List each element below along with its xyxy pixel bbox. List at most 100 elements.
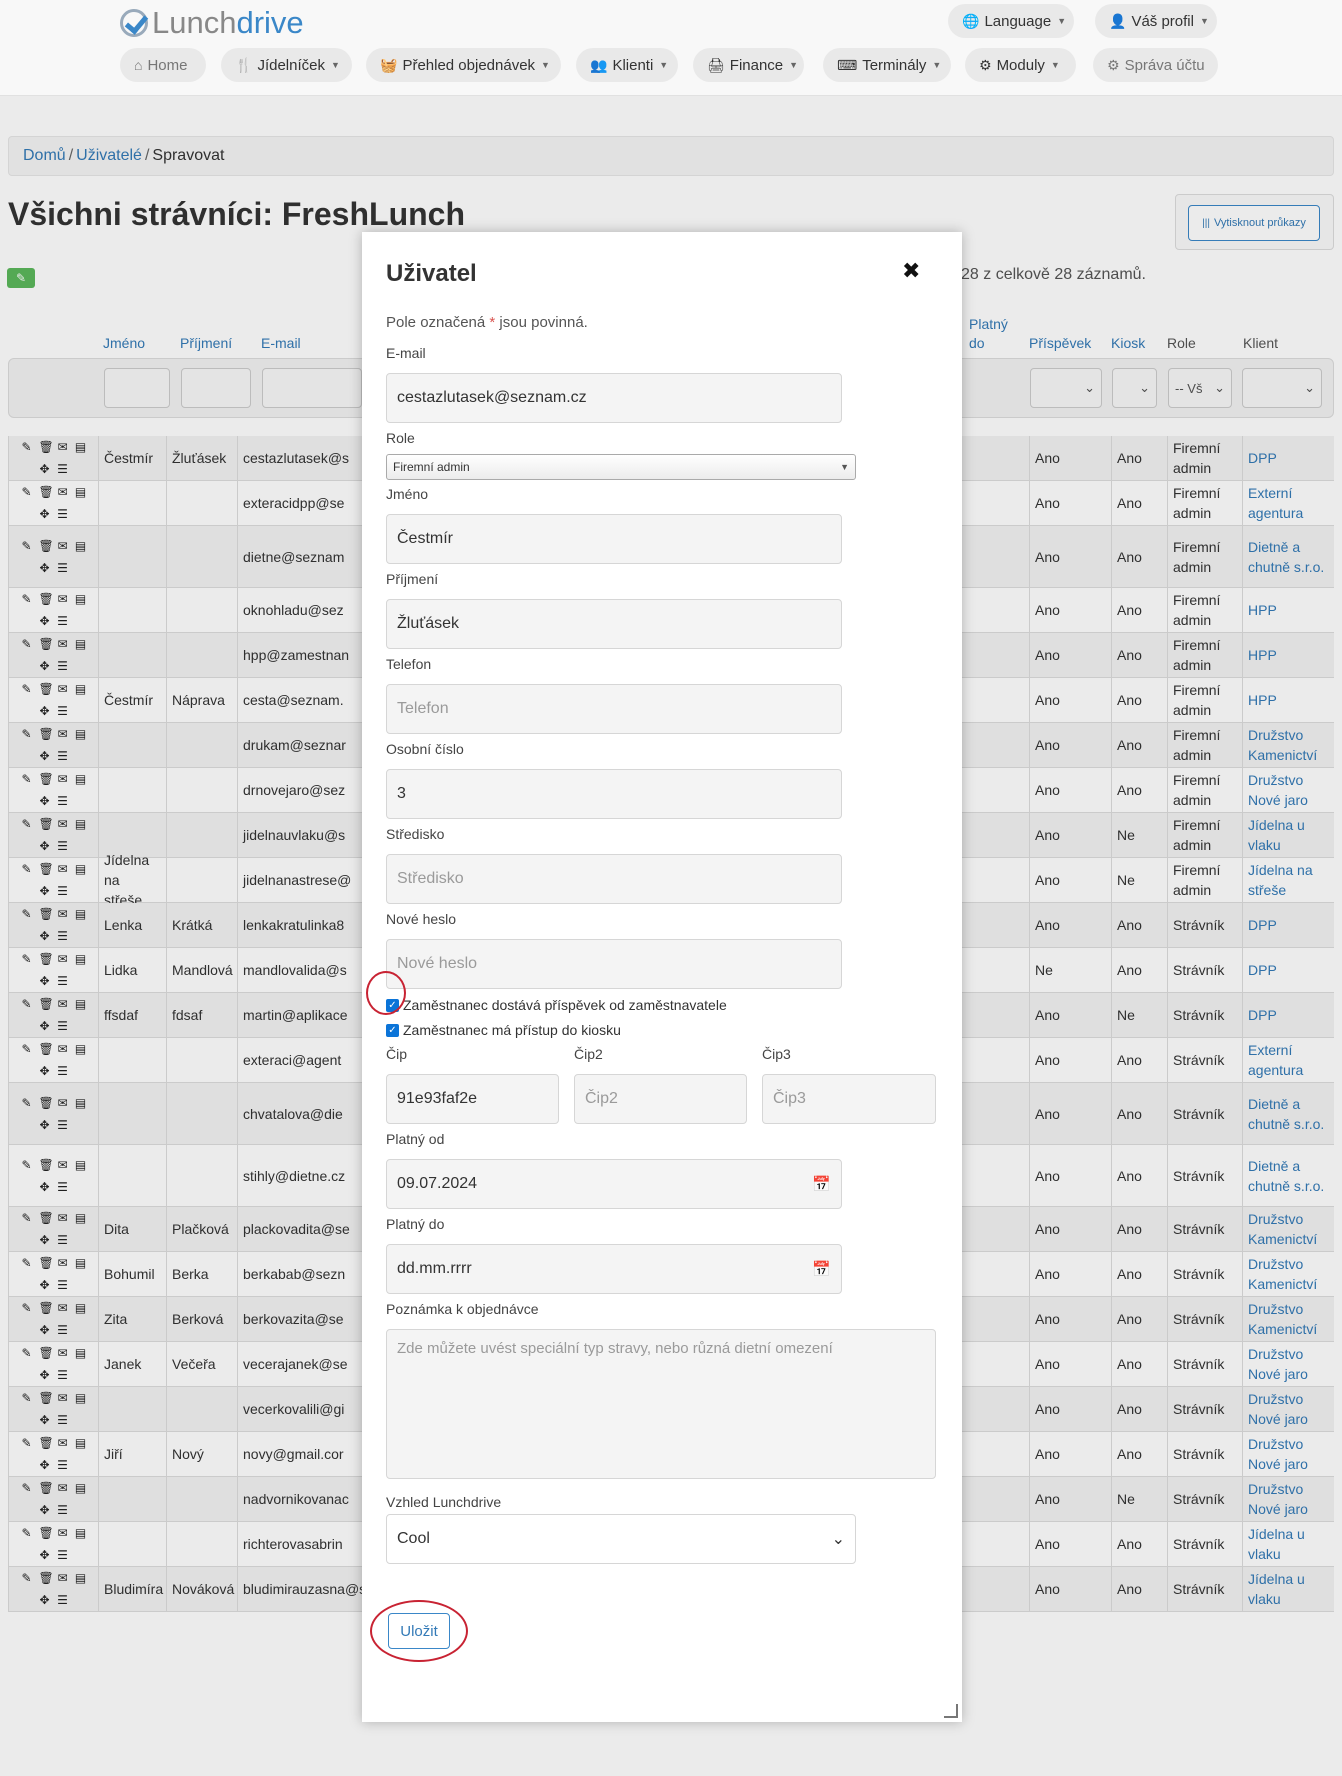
cip3-placeholder: Čip3 xyxy=(773,1090,806,1107)
poznamka-textarea[interactable]: Zde můžete uvést speciální typ stravy, n… xyxy=(386,1329,936,1479)
vzhled-value: Cool xyxy=(397,1530,430,1547)
caret-down-icon: ▼ xyxy=(541,60,550,70)
nav-prehled-label: Přehled objednávek xyxy=(402,56,536,74)
email-label: E-mail xyxy=(386,345,426,361)
stredisko-placeholder: Středisko xyxy=(397,870,464,887)
cip3-label: Čip3 xyxy=(762,1046,791,1062)
jmeno-field[interactable]: Čestmír xyxy=(386,514,842,564)
home-icon: ⌂ xyxy=(134,57,143,73)
profile-dropdown[interactable]: 👤 Váš profil ▼ xyxy=(1095,4,1217,38)
required-note-post: jsou povinná. xyxy=(495,314,588,331)
platny-do-label: Platný do xyxy=(386,1216,445,1232)
nav-sprava-label: Správa účtu xyxy=(1124,56,1205,74)
logo-check-icon xyxy=(120,9,148,37)
nav-klienti-label: Klienti xyxy=(612,56,654,74)
page: Lunch drive 🌐 Language ▼ 👤 Váš profil ▼ ⌂… xyxy=(0,0,1342,1776)
osobni-cislo-field[interactable]: 3 xyxy=(386,769,842,819)
caret-down-icon: ▼ xyxy=(659,60,669,70)
vzhled-select[interactable]: Cool ⌄ xyxy=(386,1514,856,1564)
cip-label: Čip xyxy=(386,1046,408,1062)
logo-text-drive: drive xyxy=(236,5,304,40)
nav-terminaly[interactable]: ⌨ Terminály ▼ xyxy=(823,48,951,82)
caret-down-icon: ▼ xyxy=(1199,16,1209,26)
osobni-cislo-label: Osobní číslo xyxy=(386,741,464,757)
jmeno-value: Čestmír xyxy=(397,530,453,547)
platny-od-field[interactable]: 09.07.2024 📅 xyxy=(386,1159,842,1209)
prispevek-checkbox-label: Zaměstnanec dostává příspěvek od zaměstn… xyxy=(403,997,727,1013)
caret-down-icon: ▼ xyxy=(840,462,849,472)
annotation-circle-checkbox xyxy=(366,971,406,1015)
cip2-field[interactable]: Čip2 xyxy=(574,1074,747,1124)
close-icon[interactable]: ✖ xyxy=(902,258,920,284)
email-field[interactable]: cestazlutasek@seznam.cz xyxy=(386,373,842,423)
nav-terminaly-label: Terminály xyxy=(862,56,927,74)
telefon-field[interactable]: Telefon xyxy=(386,684,842,734)
prispevek-checkbox-row[interactable]: ✓ Zaměstnanec dostává příspěvek od zaměst… xyxy=(386,997,727,1013)
caret-down-icon: ▼ xyxy=(932,60,942,70)
osobni-cislo-value: 3 xyxy=(397,785,406,802)
cip2-label: Čip2 xyxy=(574,1046,603,1062)
caret-down-icon: ▼ xyxy=(1057,16,1067,26)
kiosk-checkbox-row[interactable]: ✓ Zaměstnanec má přístup do kiosku xyxy=(386,1022,621,1038)
platny-do-field[interactable]: dd.mm.rrrr 📅 xyxy=(386,1244,842,1294)
cip-field[interactable]: 91e93faf2e xyxy=(386,1074,559,1124)
basket-icon: 🧺 xyxy=(380,56,398,73)
caret-down-icon: ▼ xyxy=(789,60,799,70)
nav-prehled-objednavek[interactable]: 🧺 Přehled objednávek ▼ xyxy=(366,48,561,82)
email-value: cestazlutasek@seznam.cz xyxy=(397,389,587,406)
keyboard-icon: ⌨ xyxy=(837,56,858,73)
platny-od-value: 09.07.2024 xyxy=(397,1175,478,1192)
nav-home-label: Home xyxy=(147,56,188,74)
kiosk-checkbox-label: Zaměstnanec má přístup do kiosku xyxy=(403,1022,621,1038)
caret-down-icon: ▼ xyxy=(330,60,340,70)
calendar-icon[interactable]: 📅 xyxy=(812,1175,831,1193)
kiosk-checkbox[interactable]: ✓ xyxy=(386,1023,399,1037)
language-dropdown[interactable]: 🌐 Language ▼ xyxy=(948,4,1074,38)
resize-grip-icon[interactable] xyxy=(944,1704,958,1718)
users-icon: 👥 xyxy=(590,56,608,73)
jmeno-label: Jméno xyxy=(386,486,429,502)
modules-icon: ⚙ xyxy=(979,56,992,73)
top-navbar: Lunch drive 🌐 Language ▼ 👤 Váš profil ▼ ⌂… xyxy=(0,0,1342,96)
lunchdrive-logo[interactable]: Lunch drive xyxy=(120,4,304,42)
role-label: Role xyxy=(386,430,415,446)
nav-finance-label: Finance xyxy=(729,56,784,74)
required-note: Pole označená * jsou povinná. xyxy=(386,314,588,331)
logo-text-lunch: Lunch xyxy=(152,5,237,40)
profile-label: Váš profil xyxy=(1131,12,1194,30)
poznamka-label: Poznámka k objednávce xyxy=(386,1301,539,1317)
vzhled-label: Vzhled Lunchdrive xyxy=(386,1494,502,1510)
required-note-pre: Pole označená xyxy=(386,314,490,331)
printer-icon: 🖨 xyxy=(707,56,725,73)
telefon-label: Telefon xyxy=(386,656,432,672)
nav-sprava-uctu[interactable]: ⚙ Správa účtu xyxy=(1093,48,1218,82)
nav-klienti[interactable]: 👥 Klienti ▼ xyxy=(576,48,678,82)
caret-down-icon: ▼ xyxy=(1050,60,1060,70)
stredisko-label: Středisko xyxy=(386,826,445,842)
cip2-placeholder: Čip2 xyxy=(585,1090,618,1107)
language-label: Language xyxy=(984,12,1052,30)
prijmeni-value: Žluťásek xyxy=(397,615,460,632)
nav-jidelnicek[interactable]: 🍴 Jídelníček ▼ xyxy=(221,48,352,82)
gear-icon: ⚙ xyxy=(1107,56,1120,73)
nove-heslo-label: Nové heslo xyxy=(386,911,457,927)
calendar-icon[interactable]: 📅 xyxy=(812,1260,831,1278)
poznamka-placeholder: Zde můžete uvést speciální typ stravy, n… xyxy=(397,1340,833,1357)
nav-moduly[interactable]: ⚙ Moduly ▼ xyxy=(965,48,1076,82)
nove-heslo-placeholder: Nové heslo xyxy=(397,955,478,972)
prijmeni-label: Příjmení xyxy=(386,571,439,587)
nove-heslo-field[interactable]: Nové heslo xyxy=(386,939,842,989)
prijmeni-field[interactable]: Žluťásek xyxy=(386,599,842,649)
stredisko-field[interactable]: Středisko xyxy=(386,854,842,904)
modal-title: Uživatel xyxy=(386,260,477,287)
user-icon: 👤 xyxy=(1109,12,1127,29)
telefon-placeholder: Telefon xyxy=(397,700,449,717)
nav-finance[interactable]: 🖨 Finance ▼ xyxy=(693,48,804,82)
cip3-field[interactable]: Čip3 xyxy=(762,1074,936,1124)
cip-value: 91e93faf2e xyxy=(397,1090,478,1107)
nav-home[interactable]: ⌂ Home xyxy=(120,48,206,82)
platny-do-value: dd.mm.rrrr xyxy=(397,1260,472,1277)
chevron-down-icon: ⌄ xyxy=(831,1531,845,1548)
role-select[interactable]: Firemní admin ▼ xyxy=(386,454,856,480)
annotation-circle-save xyxy=(370,1600,468,1662)
